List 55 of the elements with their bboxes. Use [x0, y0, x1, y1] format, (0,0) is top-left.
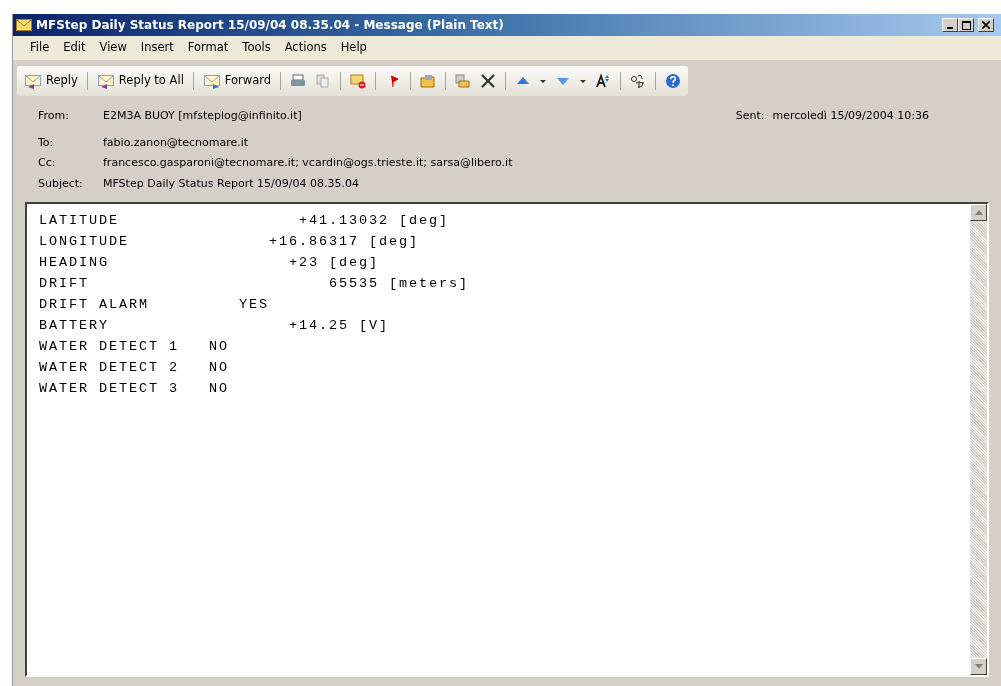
menu-item[interactable]: File [23, 37, 57, 59]
reply-button[interactable]: Reply [21, 70, 81, 92]
delete-icon [480, 73, 497, 89]
body-line: DRIFT 65535 [meters] [39, 275, 470, 293]
envelope-icon [96, 73, 117, 89]
minimize-button[interactable] [942, 18, 958, 32]
sent-value: mercoledì 15/09/2004 10:36 [772, 108, 929, 124]
menu-item[interactable]: Insert [133, 37, 181, 59]
sent-label: Sent: [735, 108, 765, 124]
body-line: LATITUDE +41.13032 [deg] [39, 212, 450, 230]
envelope-icon [202, 73, 223, 89]
menu-item[interactable]: Edit [56, 37, 93, 59]
menu-item[interactable]: Actions [277, 37, 334, 59]
field-label: Cc: [38, 155, 57, 171]
caret-icon [580, 79, 587, 83]
field-value: fabio.zanon@tecnomare.it [103, 134, 250, 151]
body-line: BATTERY +14.25 [V] [39, 317, 390, 335]
menu-item[interactable]: View [92, 37, 134, 59]
font-size-icon [595, 73, 612, 89]
menu-item[interactable]: Help [333, 37, 374, 59]
print-icon [290, 73, 307, 89]
body-line: WATER DETECT 1 NO [39, 338, 230, 356]
window-title: MFStep Daily Status Report 15/09/04 08.35.04 - Message (Plain Text) [36, 17, 505, 34]
body-line: WATER DETECT 3 NO [39, 380, 230, 398]
field-value: francesco.gasparoni@tecnomare.it; vcardin@ogs.trieste.it; sarsa@libero.it [103, 155, 514, 171]
envelope-icon [350, 73, 367, 89]
caret-icon [540, 79, 547, 83]
from-value: E2M3A BUOY [mfsteplog@infinito.it] [103, 108, 302, 124]
field-label: Subject: [38, 175, 84, 192]
close-icon [982, 21, 990, 29]
maximize-button[interactable] [958, 18, 974, 32]
field-label: To: [38, 134, 55, 151]
envelope-icon [24, 73, 44, 89]
scrollbar[interactable] [970, 204, 987, 675]
menu-item[interactable]: Format [180, 37, 236, 59]
help-icon [665, 73, 682, 89]
body-line: DRIFT ALARM YES [39, 296, 270, 314]
body-line: HEADING +23 [deg] [39, 254, 380, 272]
menu-item[interactable]: Tools [235, 37, 278, 59]
up-arrow-icon [974, 210, 983, 215]
folder-icon [420, 73, 437, 89]
field-value: MFStep Daily Status Report 15/09/04 08.35.04 [103, 175, 360, 192]
scroll-down-button[interactable] [970, 658, 987, 675]
from-label: From: [38, 108, 70, 124]
copy-icon [315, 73, 332, 89]
close-button[interactable] [978, 18, 994, 32]
move-icon [455, 73, 472, 89]
scroll-up-button[interactable] [970, 204, 987, 221]
down-arrow-icon [974, 664, 983, 669]
maximize-icon [961, 20, 971, 30]
body-line: LONGITUDE +16.86317 [deg] [39, 233, 420, 251]
envelope-icon [16, 19, 32, 31]
reply-all-button[interactable]: Reply to All [93, 70, 187, 92]
body-line: WATER DETECT 2 NO [39, 359, 230, 377]
forward-button[interactable]: Forward [199, 70, 275, 92]
